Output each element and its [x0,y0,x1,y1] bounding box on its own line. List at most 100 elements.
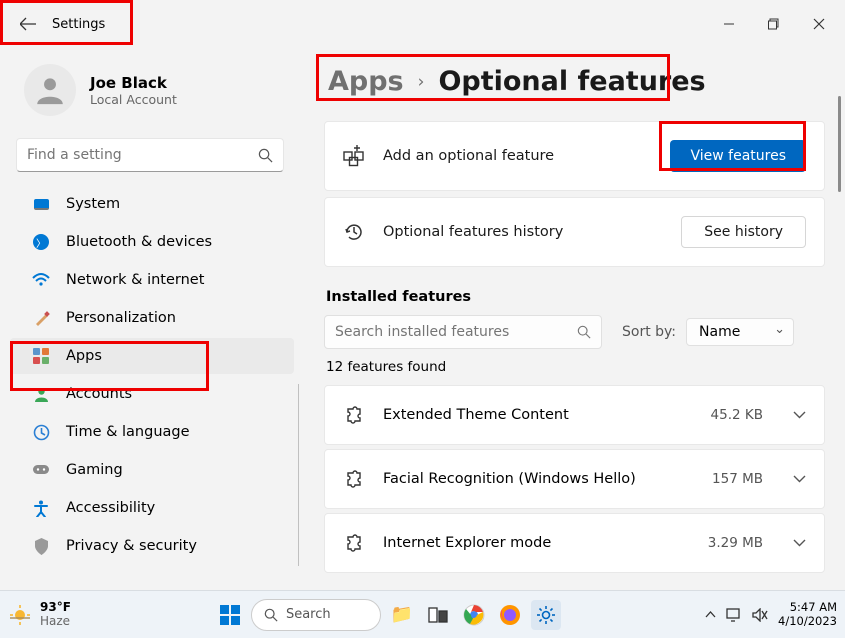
sidebar-item-label: System [66,196,120,212]
add-feature-card: Add an optional feature View features [324,121,825,191]
title-label: Settings [52,17,105,32]
feature-row[interactable]: Facial Recognition (Windows Hello) 157 M… [324,449,825,509]
weather-temp: 93°F [40,601,71,614]
clock-icon [32,423,50,441]
maximize-button[interactable] [751,8,796,40]
search-icon [258,148,273,163]
paintbrush-icon [32,309,50,327]
weather-cond: Haze [40,615,71,628]
titlebar: Settings [0,0,845,48]
add-feature-icon [343,145,365,167]
feature-size: 3.29 MB [708,535,763,551]
history-card: Optional features history See history [324,197,825,267]
sidebar-scroll-indicator [298,384,299,566]
weather-widget[interactable]: 93°F Haze [8,601,71,627]
sort-control: Sort by: Name [622,318,794,346]
search-input[interactable] [16,138,284,172]
sidebar-item-privacy[interactable]: Privacy & security [10,528,294,564]
sidebar-item-gaming[interactable]: Gaming [10,452,294,488]
gaming-icon [32,461,50,479]
shield-icon [32,537,50,555]
sidebar-item-accounts[interactable]: Accounts [10,376,294,412]
feature-row[interactable]: Extended Theme Content 45.2 KB [324,385,825,445]
tray-date: 4/10/2023 [778,615,837,628]
tray-network-icon[interactable] [726,608,742,622]
wifi-icon [32,271,50,289]
avatar [24,64,76,116]
sidebar-item-label: Network & internet [66,272,204,288]
feature-row[interactable]: Internet Explorer mode 3.29 MB [324,513,825,573]
taskbar: 93°F Haze Search 📁 5:47 AM [0,590,845,638]
sidebar-item-network[interactable]: Network & internet [10,262,294,298]
feature-name: Facial Recognition (Windows Hello) [383,471,694,487]
breadcrumb-current: Optional features [438,66,705,97]
sidebar-item-label: Apps [66,348,102,364]
feature-name: Internet Explorer mode [383,535,690,551]
see-history-button[interactable]: See history [681,216,806,248]
accessibility-icon [32,499,50,517]
filter-row: Sort by: Name [324,315,825,349]
puzzle-icon [343,532,365,554]
features-count: 12 features found [326,359,825,375]
sort-label: Sort by: [622,324,676,340]
sidebar: Joe Black Local Account System 〉 Bluetoo… [0,48,300,588]
system-icon [32,195,50,213]
search-installed-input[interactable] [335,324,577,340]
feature-size: 45.2 KB [711,407,763,423]
weather-icon [8,603,32,627]
sidebar-item-label: Accessibility [66,500,155,516]
sidebar-item-personalization[interactable]: Personalization [10,300,294,336]
profile-account-type: Local Account [90,92,177,107]
history-icon [343,221,365,243]
chevron-down-icon [793,411,806,419]
search-icon [577,325,591,339]
apps-icon [32,347,50,365]
tray-clock[interactable]: 5:47 AM 4/10/2023 [778,601,837,627]
sidebar-item-accessibility[interactable]: Accessibility [10,490,294,526]
taskbar-app-taskview[interactable] [423,600,453,630]
sidebar-item-label: Privacy & security [66,538,197,554]
tray-time: 5:47 AM [778,601,837,614]
taskbar-app-chrome[interactable] [459,600,489,630]
sidebar-item-apps[interactable]: Apps [10,338,294,374]
chevron-right-icon: › [418,72,425,92]
profile-name: Joe Black [90,74,177,92]
search-icon [264,608,278,622]
view-features-button[interactable]: View features [670,140,806,172]
back-button[interactable] [20,17,36,31]
sidebar-item-label: Bluetooth & devices [66,234,212,250]
taskbar-search[interactable]: Search [251,599,381,631]
close-button[interactable] [796,8,841,40]
taskbar-app-explorer[interactable]: 📁 [387,600,417,630]
sidebar-item-time[interactable]: Time & language [10,414,294,450]
breadcrumb-parent[interactable]: Apps [328,66,404,97]
breadcrumb: Apps › Optional features [324,64,825,99]
scrollbar[interactable] [838,96,841,192]
minimize-button[interactable] [706,8,751,40]
add-feature-label: Add an optional feature [383,148,652,164]
puzzle-icon [343,404,365,426]
sidebar-item-label: Gaming [66,462,123,478]
navigation: System 〉 Bluetooth & devices Network & i… [0,186,300,566]
search-installed-features[interactable] [324,315,602,349]
history-label: Optional features history [383,224,663,240]
sidebar-item-label: Accounts [66,386,132,402]
sidebar-item-bluetooth[interactable]: 〉 Bluetooth & devices [10,224,294,260]
sidebar-item-system[interactable]: System [10,186,294,222]
sidebar-item-label: Time & language [66,424,190,440]
feature-size: 157 MB [712,471,763,487]
search-field[interactable] [27,147,258,163]
tray-volume-icon[interactable] [752,608,768,622]
sidebar-item-label: Personalization [66,310,176,326]
content: Apps › Optional features Add an optional… [300,48,845,588]
taskbar-app-firefox[interactable] [495,600,525,630]
puzzle-icon [343,468,365,490]
start-button[interactable] [215,600,245,630]
profile-block[interactable]: Joe Black Local Account [0,56,300,132]
sort-dropdown[interactable]: Name [686,318,794,346]
chevron-down-icon [793,539,806,547]
window-controls [706,8,841,40]
tray-chevron-icon[interactable] [705,611,716,618]
taskbar-app-settings[interactable] [531,600,561,630]
taskbar-search-label: Search [286,607,331,622]
